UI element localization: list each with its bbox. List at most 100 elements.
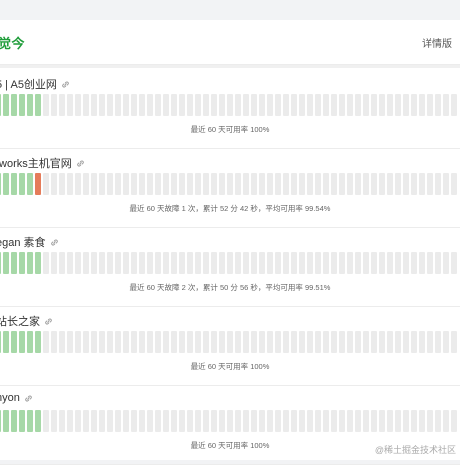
- uptime-day-bar[interactable]: [387, 331, 393, 353]
- uptime-day-bar[interactable]: [91, 173, 97, 195]
- uptime-day-bar[interactable]: [235, 410, 241, 432]
- uptime-day-bar[interactable]: [75, 173, 81, 195]
- uptime-day-bar[interactable]: [379, 94, 385, 116]
- uptime-day-bar[interactable]: [339, 331, 345, 353]
- uptime-day-bar[interactable]: [219, 94, 225, 116]
- uptime-day-bar[interactable]: [195, 252, 201, 274]
- uptime-day-bar[interactable]: [371, 331, 377, 353]
- uptime-day-bar[interactable]: [443, 94, 449, 116]
- uptime-day-bar[interactable]: [35, 173, 41, 195]
- uptime-day-bar[interactable]: [235, 331, 241, 353]
- uptime-day-bar[interactable]: [75, 94, 81, 116]
- uptime-day-bar[interactable]: [291, 94, 297, 116]
- uptime-day-bar[interactable]: [291, 410, 297, 432]
- uptime-day-bar[interactable]: [59, 94, 65, 116]
- uptime-day-bar[interactable]: [403, 173, 409, 195]
- uptime-day-bar[interactable]: [387, 94, 393, 116]
- uptime-day-bar[interactable]: [395, 94, 401, 116]
- uptime-day-bar[interactable]: [43, 331, 49, 353]
- uptime-day-bar[interactable]: [123, 173, 129, 195]
- uptime-day-bar[interactable]: [179, 173, 185, 195]
- uptime-day-bar[interactable]: [355, 252, 361, 274]
- uptime-day-bar[interactable]: [107, 94, 113, 116]
- uptime-day-bar[interactable]: [427, 410, 433, 432]
- uptime-day-bar[interactable]: [131, 94, 137, 116]
- uptime-day-bar[interactable]: [147, 94, 153, 116]
- uptime-day-bar[interactable]: [51, 252, 57, 274]
- uptime-day-bar[interactable]: [435, 94, 441, 116]
- uptime-day-bar[interactable]: [315, 173, 321, 195]
- uptime-day-bar[interactable]: [315, 94, 321, 116]
- uptime-day-bar[interactable]: [27, 173, 33, 195]
- uptime-day-bar[interactable]: [387, 252, 393, 274]
- uptime-day-bar[interactable]: [131, 331, 137, 353]
- uptime-day-bar[interactable]: [139, 410, 145, 432]
- uptime-day-bar[interactable]: [403, 331, 409, 353]
- uptime-day-bar[interactable]: [235, 94, 241, 116]
- uptime-day-bar[interactable]: [419, 331, 425, 353]
- uptime-day-bar[interactable]: [0, 173, 1, 195]
- uptime-day-bar[interactable]: [251, 410, 257, 432]
- uptime-day-bar[interactable]: [243, 410, 249, 432]
- uptime-day-bar[interactable]: [187, 410, 193, 432]
- uptime-day-bar[interactable]: [35, 331, 41, 353]
- uptime-day-bar[interactable]: [195, 94, 201, 116]
- uptime-day-bar[interactable]: [267, 173, 273, 195]
- uptime-day-bar[interactable]: [179, 252, 185, 274]
- uptime-day-bar[interactable]: [363, 410, 369, 432]
- uptime-day-bar[interactable]: [427, 252, 433, 274]
- uptime-day-bar[interactable]: [107, 173, 113, 195]
- uptime-day-bar[interactable]: [131, 410, 137, 432]
- uptime-day-bar[interactable]: [147, 173, 153, 195]
- uptime-day-bar[interactable]: [3, 94, 9, 116]
- uptime-day-bar[interactable]: [171, 410, 177, 432]
- uptime-day-bar[interactable]: [27, 94, 33, 116]
- uptime-day-bar[interactable]: [331, 252, 337, 274]
- uptime-day-bar[interactable]: [67, 331, 73, 353]
- uptime-day-bar[interactable]: [107, 331, 113, 353]
- uptime-day-bar[interactable]: [99, 94, 105, 116]
- uptime-day-bar[interactable]: [243, 173, 249, 195]
- uptime-day-bar[interactable]: [355, 173, 361, 195]
- uptime-day-bar[interactable]: [51, 173, 57, 195]
- uptime-day-bar[interactable]: [115, 173, 121, 195]
- uptime-day-bar[interactable]: [363, 173, 369, 195]
- uptime-day-bar[interactable]: [83, 252, 89, 274]
- uptime-day-bar[interactable]: [11, 410, 17, 432]
- uptime-day-bar[interactable]: [35, 94, 41, 116]
- uptime-day-bar[interactable]: [171, 252, 177, 274]
- uptime-day-bar[interactable]: [139, 252, 145, 274]
- uptime-day-bar[interactable]: [427, 173, 433, 195]
- uptime-day-bar[interactable]: [115, 94, 121, 116]
- uptime-day-bar[interactable]: [43, 252, 49, 274]
- uptime-day-bar[interactable]: [91, 410, 97, 432]
- uptime-day-bar[interactable]: [51, 331, 57, 353]
- uptime-day-bar[interactable]: [123, 331, 129, 353]
- uptime-day-bar[interactable]: [283, 410, 289, 432]
- uptime-day-bar[interactable]: [227, 331, 233, 353]
- uptime-day-bar[interactable]: [83, 94, 89, 116]
- uptime-day-bar[interactable]: [11, 94, 17, 116]
- uptime-day-bar[interactable]: [83, 173, 89, 195]
- uptime-day-bar[interactable]: [211, 410, 217, 432]
- uptime-day-bar[interactable]: [323, 173, 329, 195]
- uptime-day-bar[interactable]: [435, 331, 441, 353]
- uptime-day-bar[interactable]: [363, 252, 369, 274]
- uptime-day-bar[interactable]: [347, 94, 353, 116]
- uptime-day-bar[interactable]: [339, 410, 345, 432]
- uptime-day-bar[interactable]: [67, 94, 73, 116]
- uptime-day-bar[interactable]: [147, 331, 153, 353]
- link-icon[interactable]: [50, 238, 59, 247]
- uptime-day-bar[interactable]: [283, 94, 289, 116]
- uptime-day-bar[interactable]: [147, 410, 153, 432]
- uptime-day-bar[interactable]: [83, 331, 89, 353]
- uptime-day-bar[interactable]: [219, 173, 225, 195]
- uptime-day-bar[interactable]: [299, 173, 305, 195]
- uptime-day-bar[interactable]: [67, 252, 73, 274]
- uptime-day-bar[interactable]: [19, 252, 25, 274]
- uptime-day-bar[interactable]: [171, 331, 177, 353]
- uptime-day-bar[interactable]: [123, 94, 129, 116]
- uptime-day-bar[interactable]: [59, 173, 65, 195]
- uptime-day-bar[interactable]: [91, 252, 97, 274]
- uptime-day-bar[interactable]: [59, 410, 65, 432]
